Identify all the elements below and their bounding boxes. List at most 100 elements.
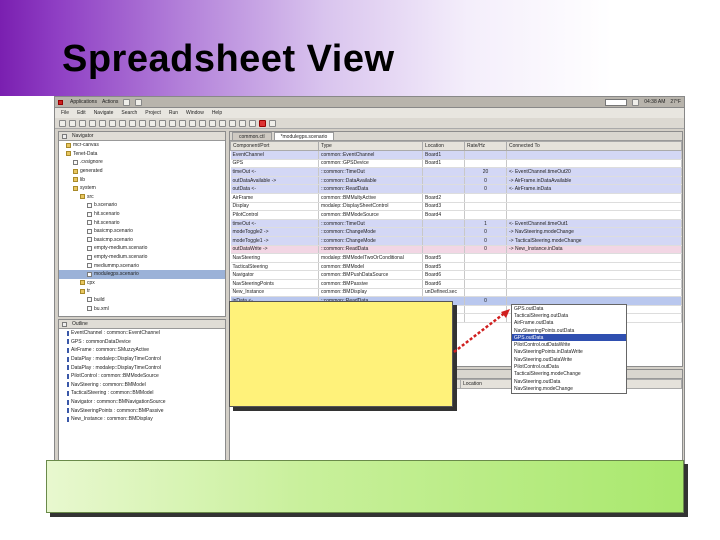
table-cell[interactable]: 0 [464, 236, 507, 246]
table-cell[interactable] [506, 262, 682, 272]
table-cell[interactable]: Board1 [422, 159, 465, 169]
table-cell[interactable] [506, 210, 682, 220]
toolbar-icon[interactable] [269, 119, 276, 127]
table-cell[interactable] [464, 253, 507, 263]
tree-item[interactable]: generated [59, 167, 225, 176]
tree-item[interactable]: hit.scenario [59, 218, 225, 227]
toolbar-icon[interactable] [79, 119, 86, 127]
toolbar-icon[interactable] [159, 119, 166, 127]
column-header[interactable]: Rate/Hz [464, 141, 507, 151]
table-cell[interactable] [422, 184, 465, 194]
outline-tab[interactable]: Outline [72, 321, 88, 327]
tree-item[interactable]: mcr-canvas [59, 141, 225, 150]
menu-item-edit[interactable]: Edit [77, 110, 86, 116]
table-cell[interactable]: outDataAvailable -> [230, 176, 319, 186]
table-cell[interactable]: Board6 [422, 279, 465, 289]
toolbar-icon[interactable] [249, 119, 256, 127]
tree-item[interactable]: empty-medium.scenario [59, 244, 225, 253]
table-cell[interactable]: Board1 [422, 150, 465, 160]
table-cell[interactable] [506, 270, 682, 280]
table-row[interactable]: EventChannel common::EventChannel Board1 [230, 150, 682, 160]
outline-item[interactable]: EventChannel : common::EventChannel [59, 329, 225, 338]
menu-item-project[interactable]: Project [145, 110, 161, 116]
table-cell[interactable]: 0 [464, 245, 507, 255]
table-cell[interactable] [422, 245, 465, 255]
table-row[interactable]: outDataAvailable ->::common::DataAvailab… [230, 176, 682, 186]
table-cell[interactable]: PilotControl [230, 210, 319, 220]
dropdown-option[interactable]: GPS.outData [512, 334, 626, 342]
table-cell[interactable]: unDefined.sec [422, 288, 465, 298]
table-cell[interactable] [464, 270, 507, 280]
tree-item[interactable]: .cvsignore [59, 158, 225, 167]
dropdown-option[interactable]: PilotControl.outData [512, 363, 626, 370]
menu-item-file[interactable]: File [61, 110, 69, 116]
table-row[interactable]: timeOut <-::common::TimeOut 1 <- EventChan… [230, 219, 682, 229]
toolbar-icon[interactable] [169, 119, 176, 127]
table-cell[interactable] [506, 288, 682, 298]
table-cell[interactable]: TacticalSteering [230, 262, 319, 272]
table-cell[interactable]: modeToggle2 -> [230, 227, 319, 237]
launcher-icon[interactable] [123, 98, 131, 106]
table-cell[interactable]: ::common::TimeOut [318, 219, 423, 229]
table-row[interactable]: outData <-::common::ReadData 0 <- AirFrame… [230, 184, 682, 194]
toolbar-icon[interactable] [219, 119, 226, 127]
tree-item[interactable]: empty-medium.scenario [59, 253, 225, 262]
dropdown-option[interactable]: NavSteeringPoints.inDataWrite [512, 349, 626, 356]
connection-dropdown[interactable]: GPS.outData TacticalSteering.outData AirFr… [511, 304, 627, 394]
table-row[interactable]: Navigator common::BMPushDataSource Board6 [230, 270, 682, 280]
tree-item[interactable]: src [59, 193, 225, 202]
toolbar-icon[interactable] [189, 119, 196, 127]
menu-item-search[interactable]: Search [121, 110, 137, 116]
table-cell[interactable]: GPS [230, 159, 319, 169]
table-cell[interactable] [506, 279, 682, 289]
table-cell[interactable]: EventChannel [230, 150, 319, 160]
tree-item[interactable]: basicmp.scenario [59, 236, 225, 245]
toolbar-icon[interactable] [119, 119, 126, 127]
tree-item[interactable]: Tenet-Data [59, 150, 225, 159]
table-row[interactable]: TacticalSteering common::BMModel Board5 [230, 262, 682, 272]
editor-tab[interactable]: *modulegps.scenario [273, 132, 335, 140]
table-cell[interactable] [464, 288, 507, 298]
outline-item[interactable]: PilotControl : common::BMModeSource [59, 372, 225, 381]
outline-item[interactable]: AirFrame : common::SMuzzyActive [59, 346, 225, 355]
table-cell[interactable]: Board5 [422, 262, 465, 272]
table-cell[interactable] [422, 167, 465, 177]
tray-icon[interactable] [632, 98, 640, 106]
table-cell[interactable] [464, 210, 507, 220]
menu-item-window[interactable]: Window [186, 110, 204, 116]
dropdown-option[interactable]: NavSteering.outData [512, 378, 626, 385]
toolbar-icon[interactable] [149, 119, 156, 127]
table-cell[interactable]: common::BMModeSource [318, 210, 423, 220]
table-cell[interactable]: <- AirFrame.inData [506, 184, 682, 194]
table-cell[interactable]: 0 [464, 176, 507, 186]
tree-item[interactable]: basicmp.scenario [59, 227, 225, 236]
tree-item[interactable]: bu.xml [59, 304, 225, 313]
table-cell[interactable]: Board6 [422, 270, 465, 280]
tree-item[interactable]: cpx [59, 279, 225, 288]
dropdown-option[interactable]: TacticalSteering.outData [512, 312, 626, 319]
table-cell[interactable]: Board5 [422, 253, 465, 263]
outline-item[interactable]: NavSteeringPoints : common::BMPassive [59, 406, 225, 415]
table-cell[interactable]: ::common::ReadData [318, 184, 423, 194]
toolbar-icon[interactable] [69, 119, 76, 127]
outline-item[interactable]: GPS : commonDataDevice [59, 338, 225, 347]
table-cell[interactable]: common::BMModel [318, 262, 423, 272]
table-cell[interactable] [422, 227, 465, 237]
table-cell[interactable]: Navigator [230, 270, 319, 280]
table-cell[interactable]: 0 [464, 296, 507, 306]
dropdown-option[interactable]: NavSteering.modeChange [512, 385, 626, 392]
menu-item-help[interactable]: Help [212, 110, 222, 116]
table-row[interactable]: New_Instance common::BMDisplay unDefined.s… [230, 288, 682, 298]
taskbar-window-button[interactable] [605, 98, 628, 106]
toolbar-icon[interactable] [99, 119, 106, 127]
toolbar-icon[interactable] [239, 119, 246, 127]
table-cell[interactable]: modalep::DisplaySheetControl [318, 202, 423, 212]
column-header[interactable]: Location [422, 141, 465, 151]
table-cell[interactable]: ::common::TimeOut [318, 167, 423, 177]
outline-item[interactable]: Navigator : common::BMNavigationSource [59, 398, 225, 407]
editor-tab[interactable]: common.ctl [232, 132, 272, 140]
dropdown-option[interactable]: PilotControl.outDataWrite [512, 341, 626, 348]
table-cell[interactable]: Board4 [422, 210, 465, 220]
table-cell[interactable]: ::common::ChangeMode [318, 236, 423, 246]
table-cell[interactable]: timeOut <- [230, 219, 319, 229]
